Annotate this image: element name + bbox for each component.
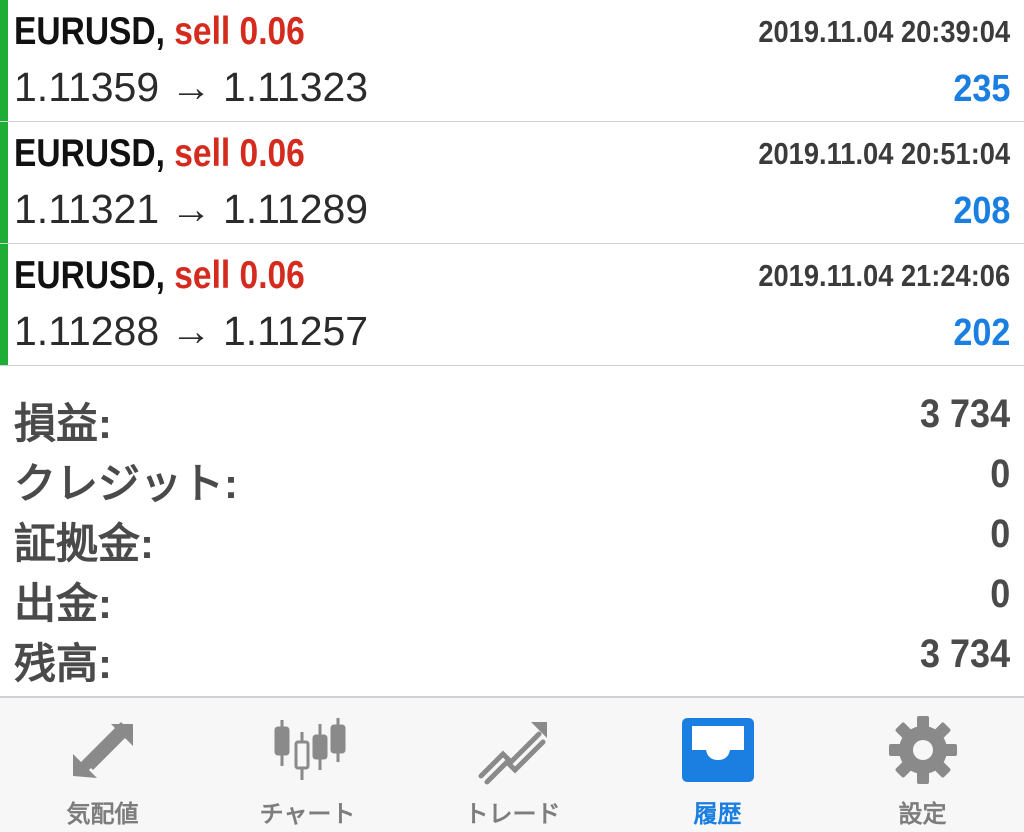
summary-label: 証拠金: — [14, 520, 154, 567]
tab-label: トレード — [464, 801, 561, 828]
trade-prices: 1.11359 → 1.11323 — [14, 64, 369, 110]
tab-label: 気配値 — [66, 801, 139, 828]
candlestick-chart-icon — [274, 718, 345, 780]
trade-time: 2019.11.04 21:24:06 — [758, 258, 1010, 293]
tab-trade[interactable]: トレード — [410, 698, 615, 832]
summary-value: 0 — [989, 452, 1010, 496]
summary-value: 3 734 — [919, 392, 1010, 436]
summary-margin: 証拠金: 0 — [0, 504, 1024, 567]
summary-value: 3 734 — [919, 632, 1010, 676]
trade-side: sell 0.06 — [174, 132, 305, 175]
trade-prices: 1.11321 → 1.11289 — [14, 186, 369, 232]
symbol-name: EURUSD, — [14, 10, 165, 53]
trade-profit: 208 — [952, 190, 1010, 232]
tab-label: 設定 — [898, 801, 947, 828]
tab-history[interactable]: 履歴 — [615, 698, 820, 832]
trade-trend-icon — [478, 722, 547, 785]
trade-profit: 235 — [952, 68, 1010, 110]
summary-label: クレジット: — [14, 460, 238, 507]
quotes-arrows-icon — [72, 722, 133, 778]
tab-label: チャート — [259, 801, 356, 828]
trade-prices: 1.11288 → 1.11257 — [14, 308, 369, 354]
trade-time: 2019.11.04 20:51:04 — [758, 136, 1010, 171]
trade-symbol: EURUSD, sell 0.06 — [14, 254, 305, 298]
summary-balance: 残高: 3 734 — [0, 624, 1024, 687]
tab-chart[interactable]: チャート — [205, 698, 410, 832]
symbol-name: EURUSD, — [14, 254, 165, 297]
history-inbox-icon — [681, 718, 754, 782]
trade-row[interactable]: EURUSD, sell 0.06 2019.11.04 20:39:04 1.… — [0, 0, 1024, 122]
bottom-tab-bar: 気配値 チャート トレード 履歴 設定 — [0, 696, 1024, 832]
trade-side: sell 0.06 — [174, 10, 305, 53]
summary-withdrawal: 出金: 0 — [0, 564, 1024, 627]
summary-value: 0 — [989, 572, 1010, 616]
summary-profit: 損益: 3 734 — [0, 384, 1024, 447]
gear-icon — [888, 716, 957, 784]
history-screen: EURUSD, sell 0.06 2019.11.04 20:39:04 1.… — [0, 0, 1024, 832]
trade-time: 2019.11.04 20:39:04 — [758, 14, 1010, 49]
summary-value: 0 — [989, 512, 1010, 556]
summary-credit: クレジット: 0 — [0, 444, 1024, 507]
trade-row[interactable]: EURUSD, sell 0.06 2019.11.04 20:51:04 1.… — [0, 122, 1024, 244]
position-indicator-bar — [0, 244, 8, 365]
tab-quotes[interactable]: 気配値 — [0, 698, 205, 832]
trade-profit: 202 — [952, 312, 1010, 354]
tab-label: 履歴 — [693, 801, 742, 828]
summary-label: 残高: — [14, 640, 112, 687]
tab-settings[interactable]: 設定 — [820, 698, 1024, 832]
position-indicator-bar — [0, 122, 8, 243]
trade-side: sell 0.06 — [174, 254, 305, 297]
trade-row[interactable]: EURUSD, sell 0.06 2019.11.04 21:24:06 1.… — [0, 244, 1024, 366]
summary-label: 出金: — [14, 580, 112, 627]
summary-label: 損益: — [14, 400, 112, 447]
trade-symbol: EURUSD, sell 0.06 — [14, 132, 305, 176]
position-indicator-bar — [0, 0, 8, 121]
trade-symbol: EURUSD, sell 0.06 — [14, 10, 305, 54]
symbol-name: EURUSD, — [14, 132, 165, 175]
